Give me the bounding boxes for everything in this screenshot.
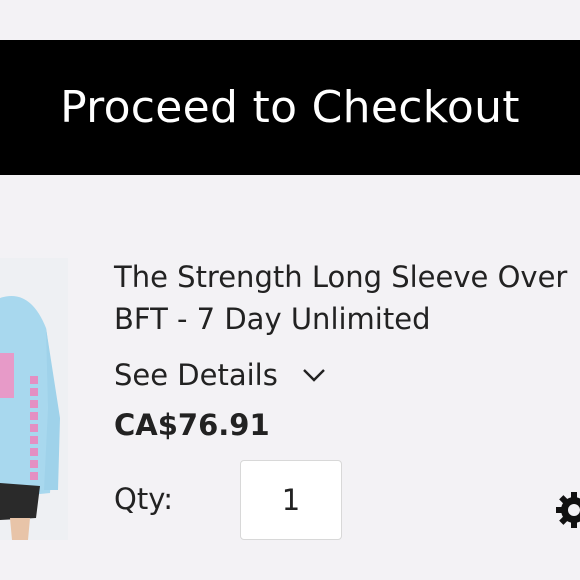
gear-icon[interactable] <box>554 490 580 530</box>
quantity-input[interactable]: 1 <box>240 460 342 540</box>
see-details-label: See Details <box>114 358 278 392</box>
item-price: CA$76.91 <box>114 408 270 442</box>
quantity-value: 1 <box>281 483 301 517</box>
product-image <box>0 258 68 540</box>
product-title-line-2: BFT - 7 Day Unlimited <box>114 302 431 336</box>
product-title[interactable]: The Strength Long Sleeve Over BFT - 7 Da… <box>114 256 580 340</box>
product-thumbnail[interactable] <box>0 258 68 540</box>
product-title-line-1: The Strength Long Sleeve Over <box>114 260 568 294</box>
checkout-button-label: Proceed to Checkout <box>60 82 520 133</box>
proceed-to-checkout-button[interactable]: Proceed to Checkout <box>0 40 580 175</box>
cart-item: The Strength Long Sleeve Over BFT - 7 Da… <box>0 250 580 550</box>
qty-label: Qty: <box>114 482 174 516</box>
see-details-toggle[interactable]: See Details <box>114 358 326 392</box>
chevron-down-icon <box>302 368 326 382</box>
